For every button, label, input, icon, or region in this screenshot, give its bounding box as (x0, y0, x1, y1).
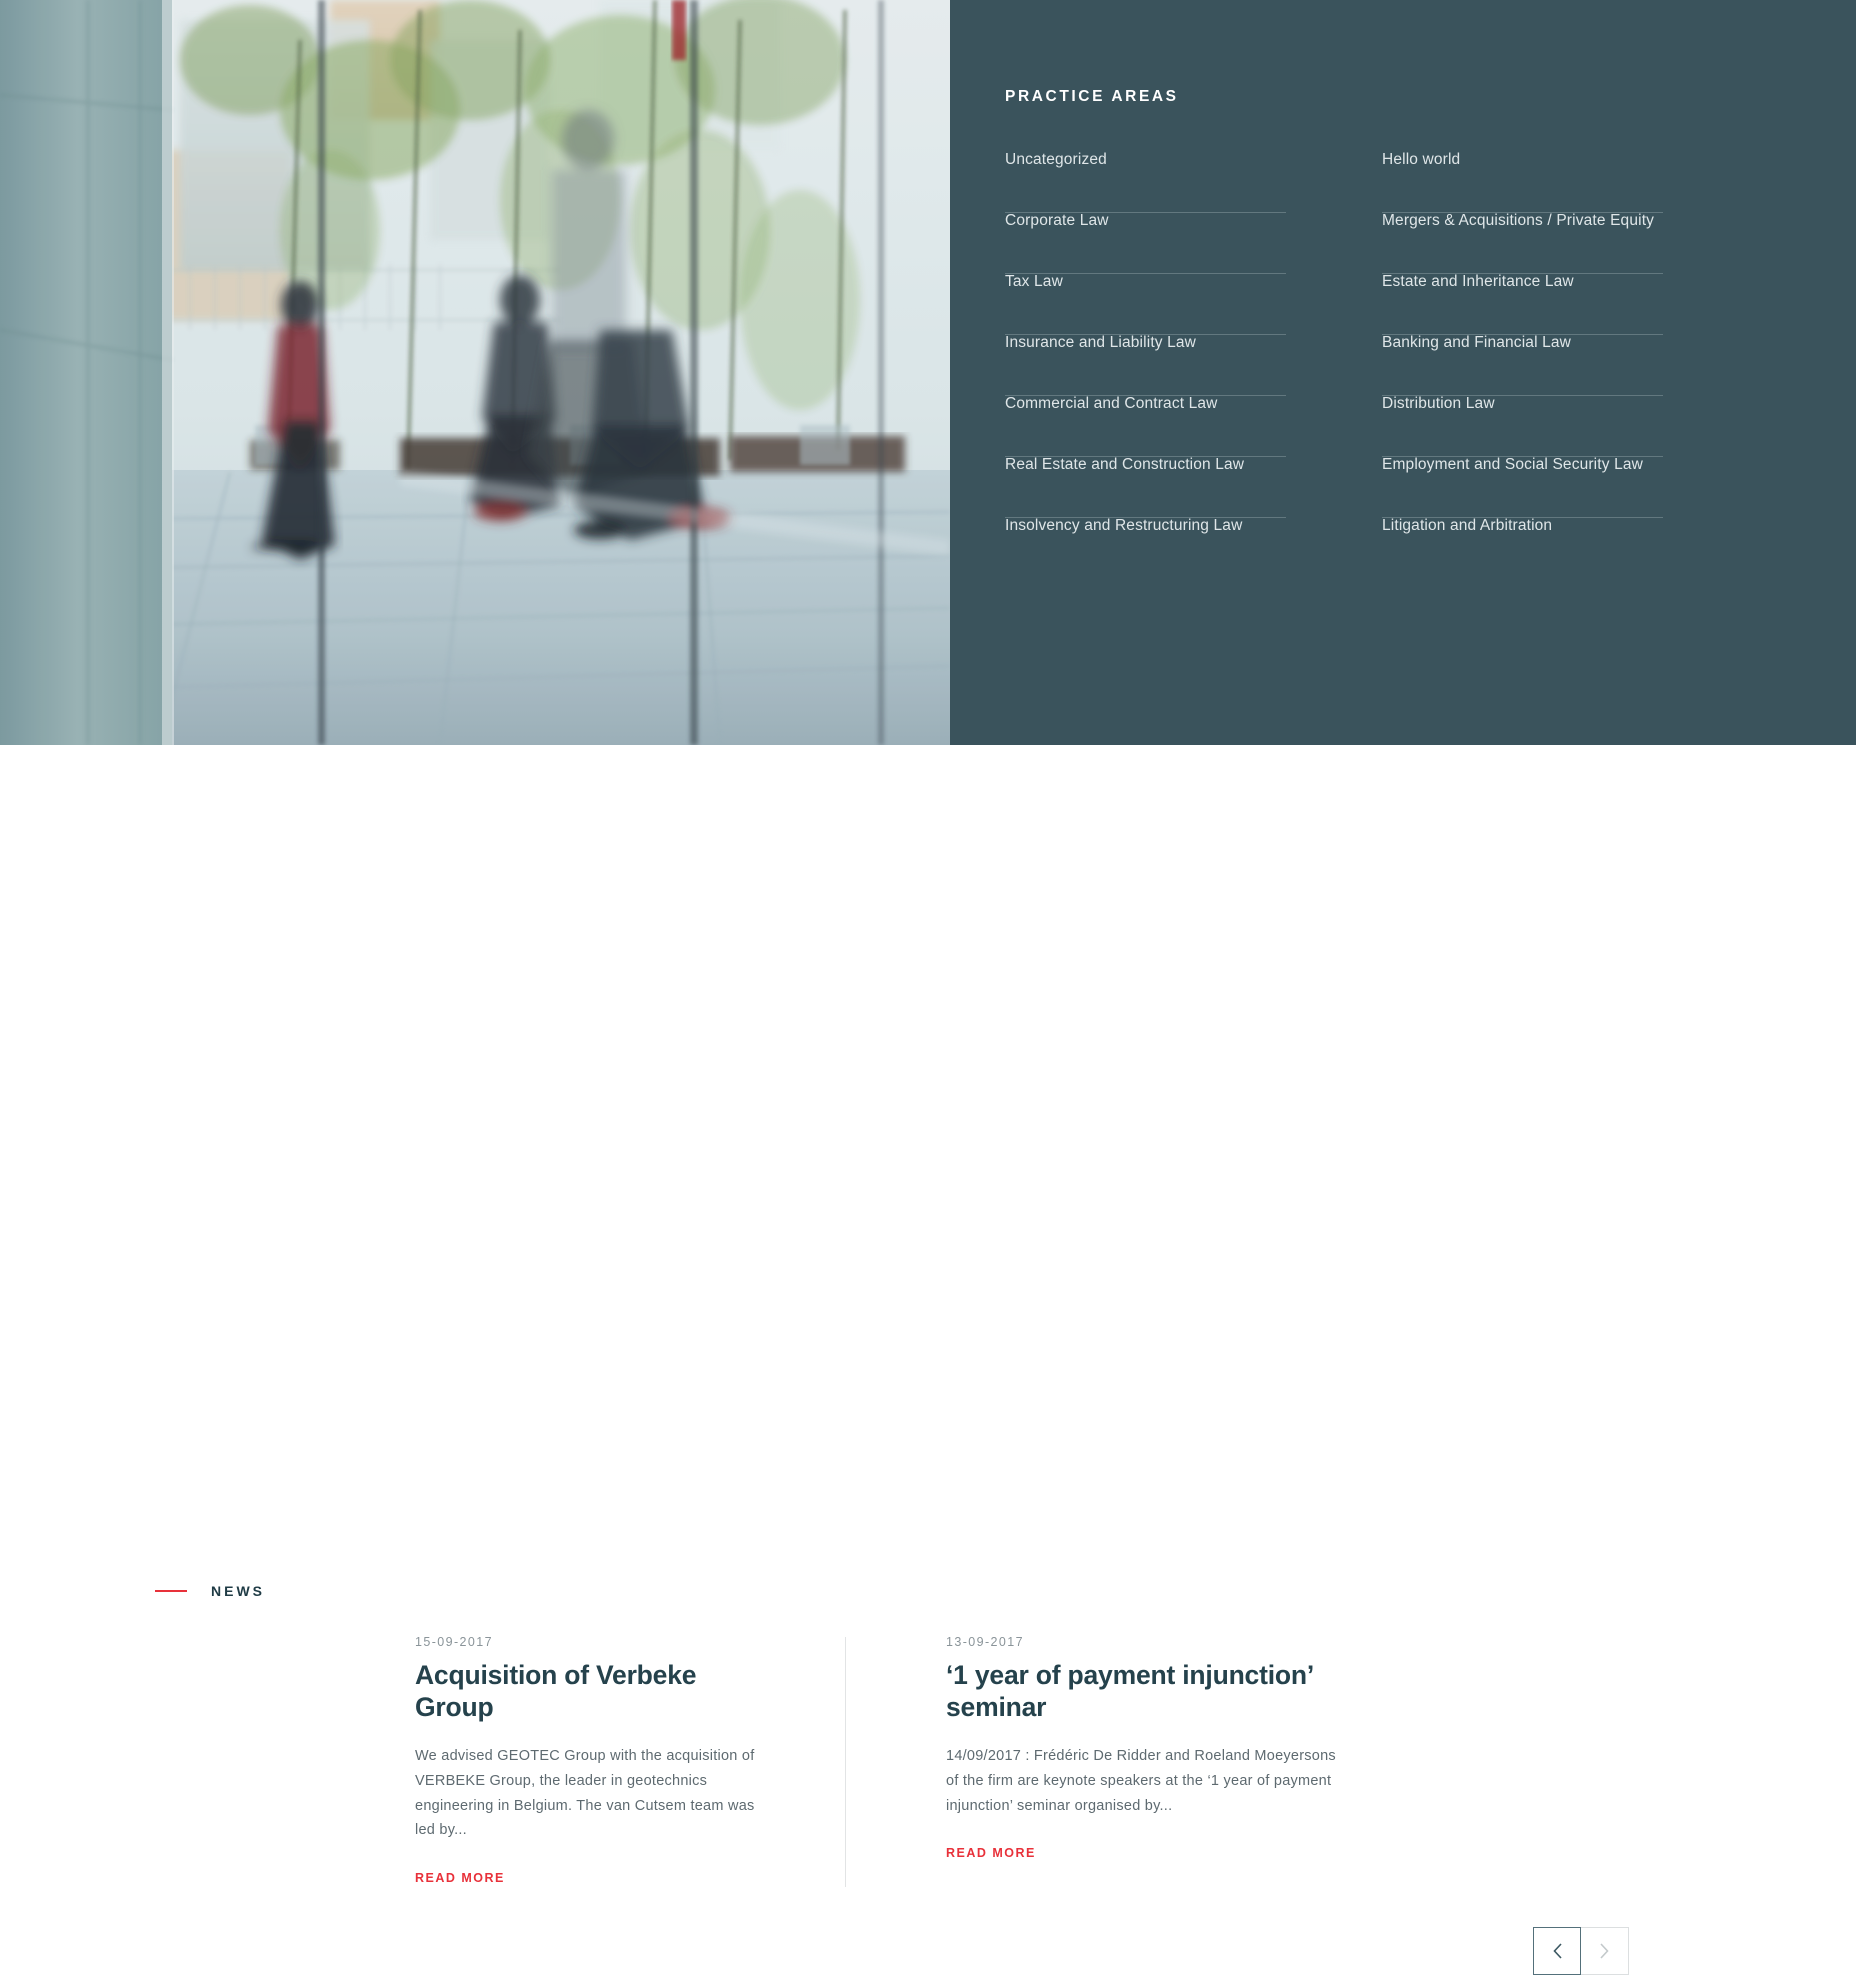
news-card-list: 15-09-2017 Acquisition of Verbeke Group … (415, 1635, 1366, 1888)
practice-area-item[interactable]: Employment and Social Security Law (1382, 457, 1712, 518)
practice-area-item[interactable]: Estate and Inheritance Law (1382, 274, 1712, 335)
news-carousel-nav (1533, 1927, 1629, 1975)
practice-area-label[interactable]: Mergers & Acquisitions / Private Equity (1382, 213, 1654, 229)
carousel-next-button[interactable] (1581, 1927, 1629, 1975)
read-more-link[interactable]: READ MORE (415, 1871, 505, 1885)
practice-area-item[interactable]: Litigation and Arbitration (1382, 518, 1712, 579)
practice-area-item[interactable]: Uncategorized (1005, 152, 1335, 213)
news-card: 15-09-2017 Acquisition of Verbeke Group … (415, 1635, 845, 1887)
practice-area-label[interactable]: Estate and Inheritance Law (1382, 274, 1574, 290)
read-more-link[interactable]: READ MORE (946, 1846, 1036, 1860)
practice-area-item[interactable]: Commercial and Contract Law (1005, 396, 1335, 457)
news-excerpt: 14/09/2017 : Frédéric De Ridder and Roel… (946, 1747, 1336, 1814)
news-title[interactable]: ‘1 year of payment injunction’ seminar (946, 1659, 1346, 1724)
practice-area-label[interactable]: Litigation and Arbitration (1382, 518, 1552, 534)
carousel-prev-button[interactable] (1533, 1927, 1581, 1975)
practice-area-item[interactable]: Insolvency and Restructuring Law (1005, 518, 1335, 579)
practice-area-item[interactable]: Tax Law (1005, 274, 1335, 335)
news-title[interactable]: Acquisition of Verbeke Group (415, 1659, 755, 1724)
practice-area-label[interactable]: Employment and Social Security Law (1382, 457, 1643, 473)
practice-areas-grid: Uncategorized Hello world Corporate Law … (1005, 152, 1756, 579)
practice-area-label[interactable]: Insurance and Liability Law (1005, 335, 1196, 351)
practice-areas-panel: PRACTICE AREAS Uncategorized Hello world… (950, 0, 1856, 745)
practice-area-label[interactable]: Banking and Financial Law (1382, 335, 1571, 351)
practice-area-item[interactable]: Hello world (1382, 152, 1712, 213)
chevron-right-icon (1600, 1943, 1609, 1959)
news-card: 13-09-2017 ‘1 year of payment injunction… (846, 1635, 1366, 1887)
red-dash-icon (155, 1590, 187, 1592)
practice-area-label[interactable]: Distribution Law (1382, 396, 1495, 412)
practice-area-item[interactable]: Distribution Law (1382, 396, 1712, 457)
practice-area-label[interactable]: Commercial and Contract Law (1005, 396, 1218, 412)
practice-area-label[interactable]: Corporate Law (1005, 213, 1109, 229)
news-section: NEWS 15-09-2017 Acquisition of Verbeke G… (0, 745, 1856, 1975)
atrium-photo-illustration (0, 0, 950, 745)
practice-area-item[interactable]: Real Estate and Construction Law (1005, 457, 1335, 518)
practice-area-item[interactable]: Banking and Financial Law (1382, 335, 1712, 396)
practice-area-label[interactable]: Tax Law (1005, 274, 1063, 290)
news-excerpt: We advised GEOTEC Group with the acquisi… (415, 1747, 755, 1839)
practice-area-item[interactable]: Insurance and Liability Law (1005, 335, 1335, 396)
hero-photo (0, 0, 950, 745)
page-root: PRACTICE AREAS Uncategorized Hello world… (0, 0, 1856, 1975)
news-date: 13-09-2017 (946, 1635, 1024, 1649)
practice-area-label[interactable]: Uncategorized (1005, 152, 1107, 168)
hero-row: PRACTICE AREAS Uncategorized Hello world… (0, 0, 1856, 745)
news-date: 15-09-2017 (415, 1635, 493, 1649)
practice-area-label[interactable]: Insolvency and Restructuring Law (1005, 518, 1242, 534)
chevron-left-icon (1552, 1943, 1562, 1959)
practice-areas-title: PRACTICE AREAS (1005, 88, 1179, 105)
practice-area-item[interactable]: Corporate Law (1005, 213, 1335, 274)
news-section-heading: NEWS (155, 1583, 265, 1599)
news-section-label: NEWS (211, 1583, 265, 1599)
practice-area-item[interactable]: Mergers & Acquisitions / Private Equity (1382, 213, 1712, 274)
practice-area-label[interactable]: Hello world (1382, 152, 1460, 168)
practice-area-label[interactable]: Real Estate and Construction Law (1005, 457, 1244, 473)
